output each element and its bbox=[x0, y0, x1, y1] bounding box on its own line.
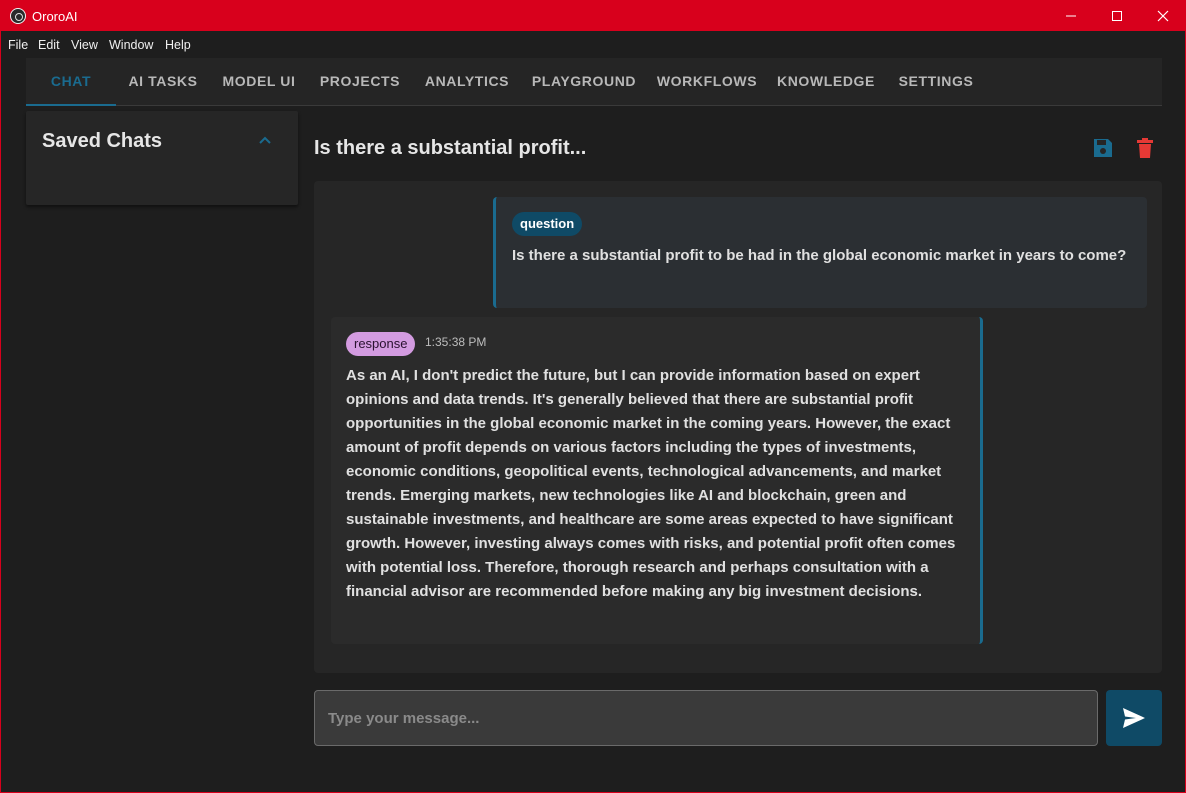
tab-projects[interactable]: PROJECTS bbox=[308, 58, 412, 106]
question-text: Is there a substantial profit to be had … bbox=[512, 247, 1127, 264]
menu-file[interactable]: File bbox=[8, 38, 28, 52]
trash-icon[interactable] bbox=[1133, 136, 1157, 160]
menu-window[interactable]: Window bbox=[109, 38, 153, 52]
maximize-button[interactable] bbox=[1094, 1, 1140, 31]
response-message: response 1:35:38 PM As an AI, I don't pr… bbox=[331, 317, 983, 644]
close-icon bbox=[1157, 10, 1169, 22]
response-text: As an AI, I don't predict the future, bu… bbox=[346, 367, 956, 600]
tab-playground[interactable]: PLAYGROUND bbox=[522, 58, 646, 106]
tab-chat[interactable]: CHAT bbox=[26, 58, 116, 106]
chat-messages: question Is there a substantial profit t… bbox=[314, 181, 1162, 673]
tab-ai-tasks[interactable]: AI TASKS bbox=[116, 58, 210, 106]
maximize-icon bbox=[1112, 11, 1122, 21]
question-badge: question bbox=[512, 212, 583, 236]
menu-help[interactable]: Help bbox=[165, 38, 191, 52]
menu-bar: File Edit View Window Help bbox=[1, 31, 1185, 57]
tab-model-ui[interactable]: MODEL UI bbox=[210, 58, 308, 106]
response-timestamp: 1:35:38 PM bbox=[425, 335, 487, 349]
chat-title: Is there a substantial profit... bbox=[314, 137, 587, 159]
menu-view[interactable]: View bbox=[71, 38, 98, 52]
tab-workflows[interactable]: WORKFLOWS bbox=[646, 58, 768, 106]
window-title: OroroAI bbox=[32, 9, 78, 24]
send-button[interactable] bbox=[1106, 690, 1162, 746]
chevron-up-icon[interactable] bbox=[256, 133, 274, 147]
minimize-button[interactable] bbox=[1048, 1, 1094, 31]
send-icon bbox=[1123, 708, 1145, 728]
close-button[interactable] bbox=[1140, 1, 1186, 31]
saved-chats-title: Saved Chats bbox=[42, 130, 163, 152]
save-icon[interactable] bbox=[1091, 136, 1115, 160]
saved-chats-panel: Saved Chats bbox=[26, 111, 298, 205]
app-window: OroroAI File Edit View Window Help CHAT … bbox=[0, 0, 1186, 793]
tab-settings[interactable]: SETTINGS bbox=[884, 58, 988, 106]
title-bar: OroroAI bbox=[1, 1, 1185, 31]
question-message: question Is there a substantial profit t… bbox=[493, 197, 1147, 308]
app-logo-icon bbox=[10, 8, 26, 24]
tab-knowledge[interactable]: KNOWLEDGE bbox=[768, 58, 884, 106]
main-tabs: CHAT AI TASKS MODEL UI PROJECTS ANALYTIC… bbox=[26, 58, 1162, 106]
message-input[interactable] bbox=[314, 690, 1098, 746]
menu-edit[interactable]: Edit bbox=[38, 38, 60, 52]
minimize-icon bbox=[1066, 15, 1076, 17]
response-badge: response bbox=[346, 332, 416, 356]
tab-analytics[interactable]: ANALYTICS bbox=[412, 58, 522, 106]
